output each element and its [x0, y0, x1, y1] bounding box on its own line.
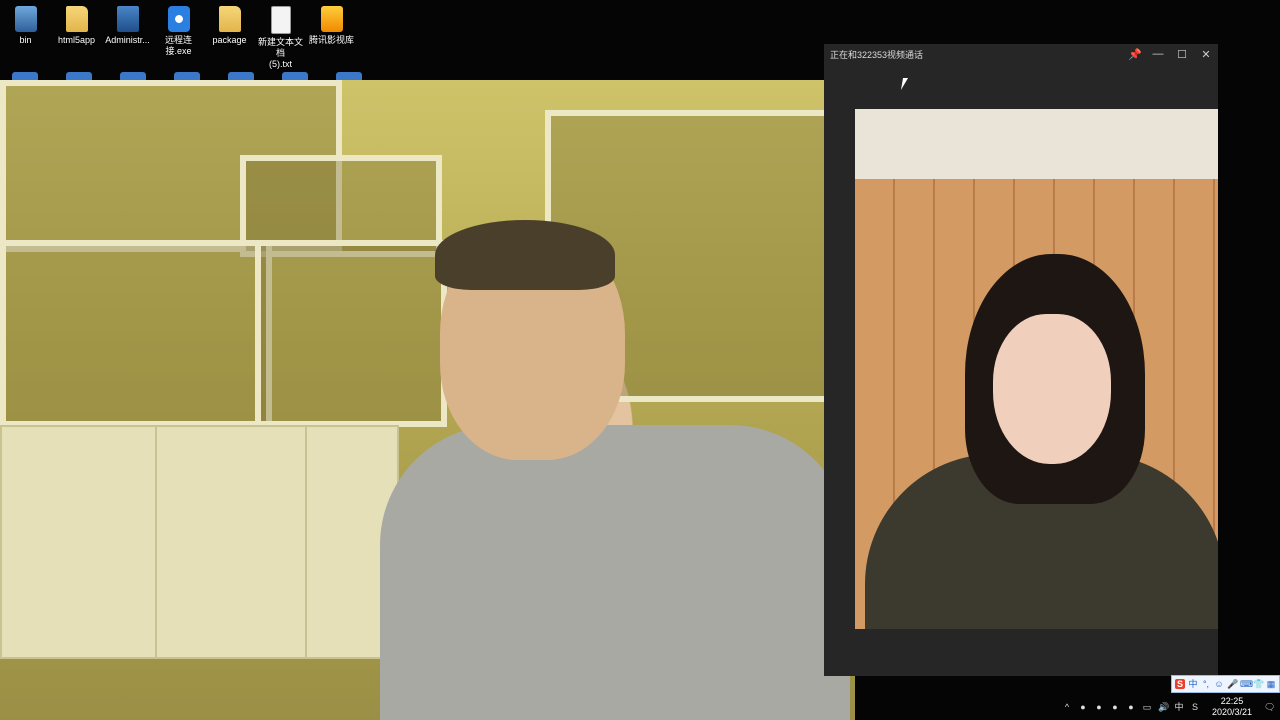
video-folder-icon: [320, 6, 343, 32]
desktop-icon-partial[interactable]: [66, 72, 92, 80]
clock-date: 2020/3/21: [1211, 707, 1252, 717]
window-controls: 📌 — ☐ ✕: [1128, 48, 1212, 61]
desktop-icon-administrator[interactable]: Administr...: [102, 2, 153, 70]
cabinet-door: [155, 425, 309, 659]
desktop-icon-text-file[interactable]: 新建文本文档 (5).txt: [255, 2, 306, 70]
desktop-icon-label: 新建文本文档 (5).txt: [257, 37, 303, 69]
desktop-icon-partial[interactable]: [336, 72, 362, 80]
ime-keyboard-icon[interactable]: ⌨: [1240, 679, 1253, 689]
chevron-up-icon[interactable]: ^: [1062, 702, 1072, 712]
teamviewer-icon: [167, 6, 190, 32]
cabinet-door: [0, 425, 159, 659]
tray-app-icon[interactable]: ●: [1110, 702, 1120, 712]
desktop-icon-label: 远程连接.exe: [164, 35, 192, 56]
desktop-icon-label: Administr...: [105, 35, 150, 45]
person-face: [993, 314, 1111, 464]
desktop-icon-bin[interactable]: bin: [0, 2, 51, 70]
video-call-window[interactable]: 正在和322353视频通话 📌 — ☐ ✕: [824, 44, 1218, 676]
desktop-icon-label: 腾讯影视库: [308, 35, 354, 45]
desktop-icon-label: html5app: [57, 35, 96, 45]
desktop-icon-label: bin: [19, 35, 32, 45]
ime-skin-icon[interactable]: 👕: [1253, 679, 1264, 689]
shelf: [255, 240, 447, 427]
desktop-icon-partial[interactable]: [174, 72, 200, 80]
ime-punctuation-icon[interactable]: °,: [1201, 679, 1211, 689]
ime-mode[interactable]: 中: [1188, 679, 1198, 689]
tray-app-icon[interactable]: ●: [1126, 702, 1136, 712]
user-folder-icon: [116, 6, 139, 32]
desktop-icon-package[interactable]: package: [204, 2, 255, 70]
desktop-icon-label: package: [212, 35, 247, 45]
close-icon[interactable]: ✕: [1200, 48, 1212, 61]
desktop-icon-partial[interactable]: [12, 72, 38, 80]
taskbar: S 中 °, ☺ 🎤 ⌨ 👕 ▦ ^ ● ● ● ● ▭ 🔊 中 S 22:25…: [1040, 675, 1280, 720]
clock[interactable]: 22:25 2020/3/21: [1212, 696, 1252, 718]
desktop-icon-tencent-video[interactable]: 腾讯影视库: [306, 2, 357, 70]
network-icon[interactable]: ▭: [1142, 702, 1152, 712]
person-hair: [435, 220, 615, 290]
tray-app-icon[interactable]: ●: [1094, 702, 1104, 712]
desktop-icon-partial[interactable]: [282, 72, 308, 80]
person-shirt: [380, 425, 850, 720]
folder-icon: [218, 6, 241, 32]
text-file-icon: [270, 6, 291, 34]
sogou-tray-icon[interactable]: S: [1190, 702, 1200, 712]
remote-video: [855, 109, 1218, 629]
desktop-icon-remote-connect[interactable]: 远程连接.exe: [153, 2, 204, 70]
ime-toolbar[interactable]: S 中 °, ☺ 🎤 ⌨ 👕 ▦: [1171, 675, 1280, 693]
tray-app-icon[interactable]: ●: [1078, 702, 1088, 712]
volume-icon[interactable]: 🔊: [1158, 702, 1169, 712]
local-camera-video: [0, 80, 855, 720]
call-titlebar[interactable]: 正在和322353视频通话 📌 — ☐ ✕: [824, 44, 1218, 64]
desktop-icons-second-row: [0, 72, 372, 80]
call-title: 正在和322353视频通话: [830, 49, 924, 60]
pin-icon[interactable]: 📌: [1128, 48, 1142, 61]
input-language[interactable]: 中: [1174, 702, 1184, 712]
desktop-icon-partial[interactable]: [120, 72, 146, 80]
maximize-icon[interactable]: ☐: [1176, 48, 1188, 61]
desktop-icon-html5app[interactable]: html5app: [51, 2, 102, 70]
clock-time: 22:25: [1220, 696, 1244, 706]
desktop-icons: bin html5app Administr... 远程连接.exe packa…: [0, 2, 357, 70]
shelf: [0, 240, 272, 427]
ime-emoji-icon[interactable]: ☺: [1214, 679, 1224, 689]
folder-icon: [65, 6, 88, 32]
system-tray: ^ ● ● ● ● ▭ 🔊 中 S 22:25 2020/3/21 🗨: [1034, 694, 1280, 720]
minimize-icon[interactable]: —: [1152, 48, 1164, 61]
desktop-icon-partial[interactable]: [228, 72, 254, 80]
recycle-bin-icon: [14, 6, 37, 32]
sogou-logo-icon[interactable]: S: [1175, 679, 1185, 689]
ime-toolbox-icon[interactable]: ▦: [1266, 679, 1276, 689]
notification-icon[interactable]: 🗨: [1264, 702, 1275, 712]
ime-voice-icon[interactable]: 🎤: [1227, 679, 1238, 689]
